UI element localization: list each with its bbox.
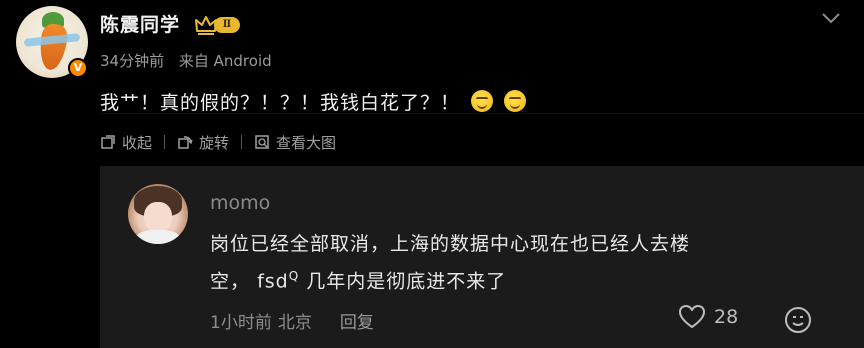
commenter-name[interactable]: momo bbox=[210, 192, 270, 214]
reply-button[interactable]: 回复 bbox=[340, 308, 374, 333]
avatar-carrot bbox=[36, 22, 70, 72]
comment-tag-sup: Q bbox=[288, 269, 300, 283]
avatar-body bbox=[136, 230, 180, 244]
post-source: 来自 Android bbox=[178, 52, 272, 70]
post-meta: 34分钟前 来自 Android bbox=[100, 50, 282, 71]
comment-line-2: 空， fsdQ 几年内是彻底进不来了 bbox=[210, 260, 790, 297]
image-search-icon bbox=[255, 135, 269, 149]
verified-badge-icon: V bbox=[68, 58, 88, 78]
view-large-button[interactable]: 查看大图 bbox=[254, 132, 336, 153]
view-large-label: 查看大图 bbox=[276, 133, 337, 152]
collapse-button[interactable]: 收起 bbox=[100, 132, 152, 153]
grin-emoji-icon bbox=[471, 90, 494, 112]
collapse-label: 收起 bbox=[122, 133, 153, 152]
action-separator bbox=[164, 135, 166, 149]
comment-line-1: 岗位已经全部取消，上海的数据中心现在也已经人去楼 bbox=[210, 233, 691, 255]
avatar-face bbox=[144, 202, 172, 232]
divider bbox=[100, 113, 864, 114]
like-count: 28 bbox=[714, 306, 739, 328]
comment-time: 1小时前 bbox=[210, 313, 272, 333]
grin-emoji-icon bbox=[504, 90, 527, 112]
vip-level-badge[interactable]: Ⅱ bbox=[194, 14, 240, 36]
post-content: 我艹！真的假的？！？！我钱白花了？！ bbox=[100, 88, 527, 115]
smiley-icon[interactable] bbox=[784, 306, 812, 334]
post-time: 34分钟前 bbox=[100, 52, 165, 70]
post-text: 我艹！真的假的？！？！我钱白花了？！ bbox=[100, 92, 461, 114]
comment-location: 北京 bbox=[277, 313, 312, 333]
comment-card: momo 岗位已经全部取消，上海的数据中心现在也已经人去楼 空， fsdQ 几年… bbox=[100, 166, 864, 348]
collapse-icon bbox=[101, 135, 115, 149]
like-button[interactable]: 28 bbox=[678, 304, 738, 330]
rotate-label: 旋转 bbox=[199, 133, 230, 152]
weibo-post: V 陈震同学 Ⅱ 34分钟前 来自 Android 我艹！真的假的？！？！我钱白… bbox=[0, 0, 864, 348]
commenter-avatar[interactable] bbox=[128, 184, 188, 244]
comment-meta: 1小时前 北京 回复 bbox=[210, 308, 374, 333]
action-separator bbox=[241, 135, 243, 149]
comment-text: 岗位已经全部取消，上海的数据中心现在也已经人去楼 空， fsdQ 几年内是彻底进… bbox=[210, 228, 790, 297]
chevron-down-icon[interactable] bbox=[820, 10, 842, 26]
rotate-button[interactable]: 旋转 bbox=[177, 132, 229, 153]
username[interactable]: 陈震同学 bbox=[100, 10, 180, 37]
image-actions: 收起 旋转 查看大图 bbox=[100, 130, 336, 154]
comment-line-2-pre: 空， bbox=[210, 270, 251, 293]
comment-tag[interactable]: fsd bbox=[257, 270, 289, 292]
rotate-icon bbox=[178, 136, 193, 149]
heart-icon bbox=[679, 305, 705, 328]
level-badge: Ⅱ bbox=[214, 17, 240, 33]
comment-line-2-post: 几年内是彻底进不来了 bbox=[299, 270, 507, 293]
